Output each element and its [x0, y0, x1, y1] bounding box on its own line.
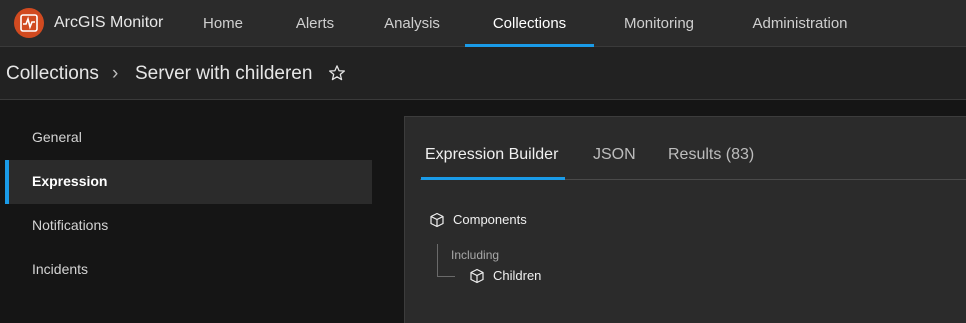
side-menu-item-general[interactable]: General: [5, 116, 372, 160]
cube-icon: [470, 268, 484, 284]
relation-label: Including: [451, 248, 500, 262]
tab-results[interactable]: Results (83): [668, 146, 754, 164]
chevron-right-icon: ›: [112, 63, 119, 84]
arcgis-monitor-logo-icon[interactable]: [14, 8, 44, 38]
child-node-label[interactable]: Children: [493, 268, 541, 283]
component-node-label[interactable]: Components: [453, 212, 527, 227]
breadcrumb: Collections › Server with childeren: [0, 47, 966, 100]
page-title: Server with childeren: [135, 63, 313, 84]
nav-item-analysis[interactable]: Analysis: [362, 0, 462, 47]
nav-item-administration[interactable]: Administration: [724, 0, 876, 47]
side-menu-item-incidents[interactable]: Incidents: [5, 248, 372, 292]
tab-expression-builder[interactable]: Expression Builder: [425, 146, 558, 164]
tree-connector-vertical: [437, 244, 438, 276]
tab-json[interactable]: JSON: [593, 146, 636, 164]
app-title[interactable]: ArcGIS Monitor: [54, 14, 163, 32]
tree-connector-horizontal: [437, 276, 455, 277]
nav-item-alerts[interactable]: Alerts: [272, 0, 358, 47]
breadcrumb-collections-link[interactable]: Collections: [6, 63, 99, 85]
nav-item-monitoring[interactable]: Monitoring: [598, 0, 720, 47]
nav-item-home[interactable]: Home: [178, 0, 268, 47]
side-menu-item-expression[interactable]: Expression: [5, 160, 372, 204]
top-nav-bar: ArcGIS Monitor Home Alerts Analysis Coll…: [0, 0, 966, 47]
side-menu-item-notifications[interactable]: Notifications: [5, 204, 372, 248]
cube-icon: [430, 212, 444, 228]
nav-item-collections[interactable]: Collections: [465, 0, 594, 47]
active-tab-indicator: [421, 177, 565, 180]
star-outline-icon[interactable]: [328, 64, 346, 82]
